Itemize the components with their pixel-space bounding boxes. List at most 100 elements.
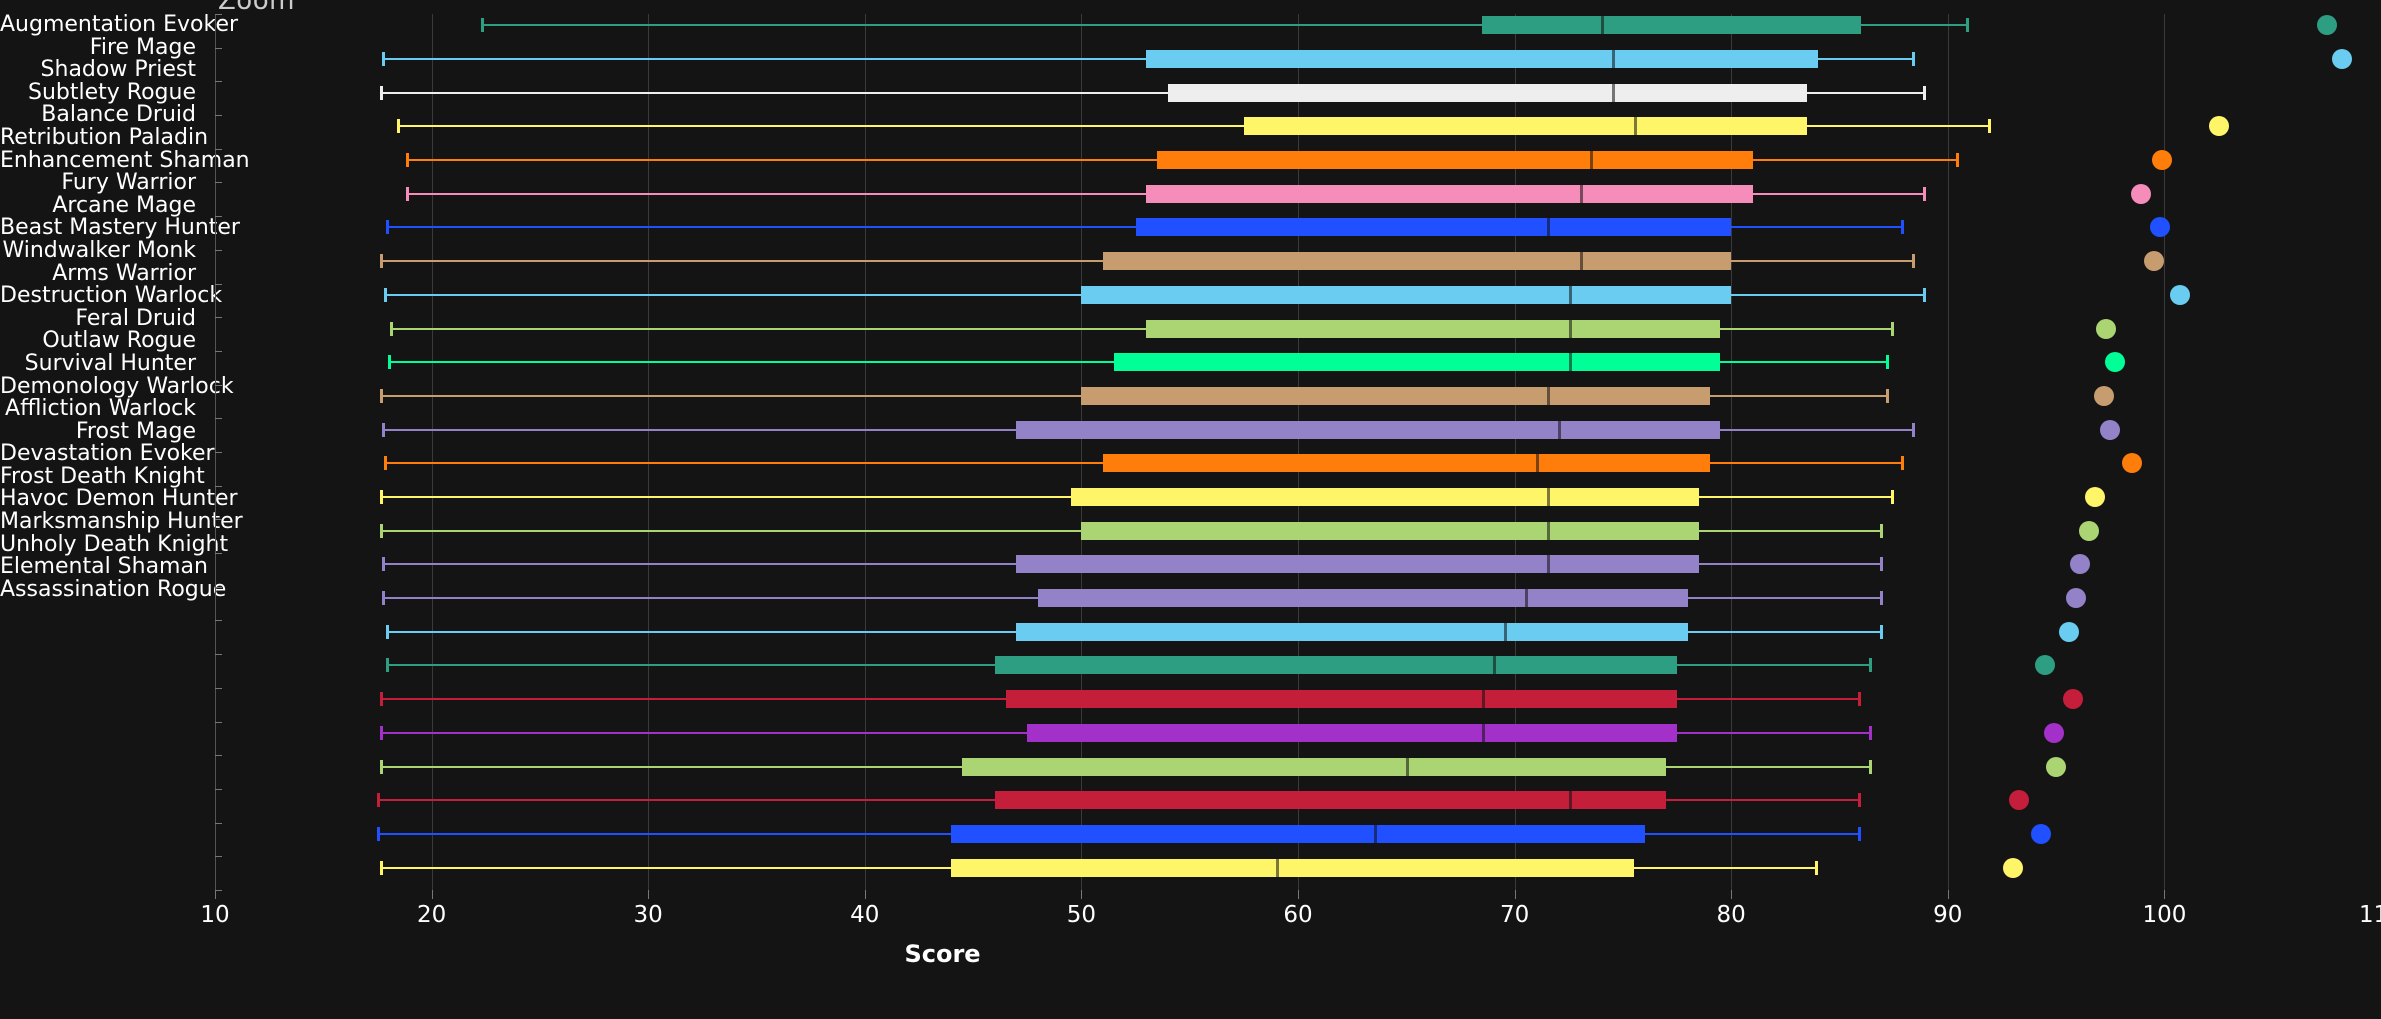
outlier-point[interactable] [2316,15,2337,36]
x-axis-tick-label: 30 [633,902,663,928]
box-iqr[interactable] [994,791,1667,810]
boxplot-row[interactable] [215,14,2381,37]
box-iqr[interactable] [1135,218,1732,237]
box-iqr[interactable] [1243,117,1807,136]
median-line [1590,151,1594,170]
whisker-cap-min [386,624,390,639]
boxplot-row[interactable] [215,182,2381,205]
median-line [1536,454,1540,473]
outlier-point[interactable] [2035,655,2056,676]
box-iqr[interactable] [1482,16,1862,35]
box-iqr[interactable] [1168,83,1807,102]
box-iqr[interactable] [1016,420,1721,439]
box-iqr[interactable] [1081,285,1732,304]
boxplot-row[interactable] [215,486,2381,509]
whisker-cap-max [1912,254,1916,269]
outlier-point[interactable] [2152,150,2173,171]
outlier-point[interactable] [2100,419,2121,440]
box-iqr[interactable] [994,656,1678,675]
boxplot-row[interactable] [215,250,2381,273]
outlier-point[interactable] [2063,689,2084,710]
box-iqr[interactable] [1070,487,1699,506]
boxplot-row[interactable] [215,284,2381,307]
boxplot-row[interactable] [215,856,2381,879]
box-iqr[interactable] [1005,690,1678,709]
box-iqr[interactable] [962,757,1667,776]
outlier-point[interactable] [2208,116,2229,137]
box-iqr[interactable] [951,858,1634,877]
x-axis-tick-label: 50 [1066,902,1097,928]
median-line [1525,589,1529,608]
box-iqr[interactable] [1016,622,1688,641]
box-iqr[interactable] [1081,521,1699,540]
box-iqr[interactable] [1103,252,1732,271]
x-axis-tick [1298,890,1299,899]
box-iqr[interactable] [1081,386,1710,405]
outlier-point[interactable] [2143,251,2164,272]
boxplot-row[interactable] [215,317,2381,340]
x-axis-tick [2164,890,2166,899]
boxplot-row[interactable] [215,722,2381,745]
boxplot-row[interactable] [215,115,2381,138]
outlier-point[interactable] [2130,183,2151,204]
y-axis-label: Fire Mage [89,34,196,60]
boxplot-row[interactable] [215,385,2381,408]
boxplot-row[interactable] [215,351,2381,374]
boxplot-row[interactable] [215,654,2381,677]
x-axis-tick-label: 40 [850,902,880,928]
box-iqr[interactable] [1157,151,1753,170]
boxplot-row[interactable] [215,81,2381,104]
y-axis-label: Survival Hunter [24,350,196,376]
boxplot-row[interactable] [215,688,2381,711]
whisker-cap-min [381,51,385,66]
whisker-cap-max [1868,759,1872,774]
boxplot-row[interactable] [215,48,2381,71]
boxplot-row[interactable] [215,216,2381,239]
whisker-cap-min [379,860,383,875]
boxplot-row[interactable] [215,553,2381,576]
outlier-point[interactable] [2065,588,2086,609]
outlier-point[interactable] [2009,790,2030,811]
boxplot-row[interactable] [215,755,2381,778]
x-axis-tick-label: 100 [2142,902,2187,928]
outlier-point[interactable] [2085,486,2106,507]
outlier-point[interactable] [2043,722,2064,743]
outlier-point[interactable] [2332,48,2352,69]
median-line [1633,117,1637,136]
box-iqr[interactable] [1146,49,1818,68]
box-iqr[interactable] [1038,589,1688,608]
outlier-point[interactable] [2169,284,2190,305]
box-iqr[interactable] [1016,555,1699,574]
median-line [1406,757,1410,776]
boxplot-row[interactable] [215,620,2381,643]
outlier-point[interactable] [2095,318,2116,339]
whisker-cap-max [1879,523,1883,538]
box-iqr[interactable] [1113,353,1721,372]
outlier-point[interactable] [2059,621,2080,642]
boxplot-row[interactable] [215,149,2381,172]
outlier-point[interactable] [2093,385,2114,406]
boxplot-row[interactable] [215,519,2381,542]
boxplot-row[interactable] [215,452,2381,475]
outlier-point[interactable] [2150,217,2171,238]
boxplot-row[interactable] [215,418,2381,441]
box-iqr[interactable] [1103,454,1710,473]
outlier-point[interactable] [2121,453,2142,474]
box-iqr[interactable] [951,824,1645,843]
boxplot-row[interactable] [215,823,2381,846]
median-line [1568,285,1572,304]
outlier-point[interactable] [2002,857,2023,878]
boxplot-row[interactable] [215,789,2381,812]
whisker-cap-max [1879,624,1883,639]
whisker-cap-max [1923,186,1927,201]
outlier-point[interactable] [2069,554,2090,575]
boxplot-row[interactable] [215,587,2381,610]
outlier-point[interactable] [2104,352,2125,373]
x-axis-tick-label: 10 [200,902,230,928]
box-iqr[interactable] [1027,723,1678,742]
outlier-point[interactable] [2046,756,2067,777]
box-iqr[interactable] [1146,319,1721,338]
outlier-point[interactable] [2078,520,2099,541]
outlier-point[interactable] [2030,823,2051,844]
box-iqr[interactable] [1146,184,1753,203]
